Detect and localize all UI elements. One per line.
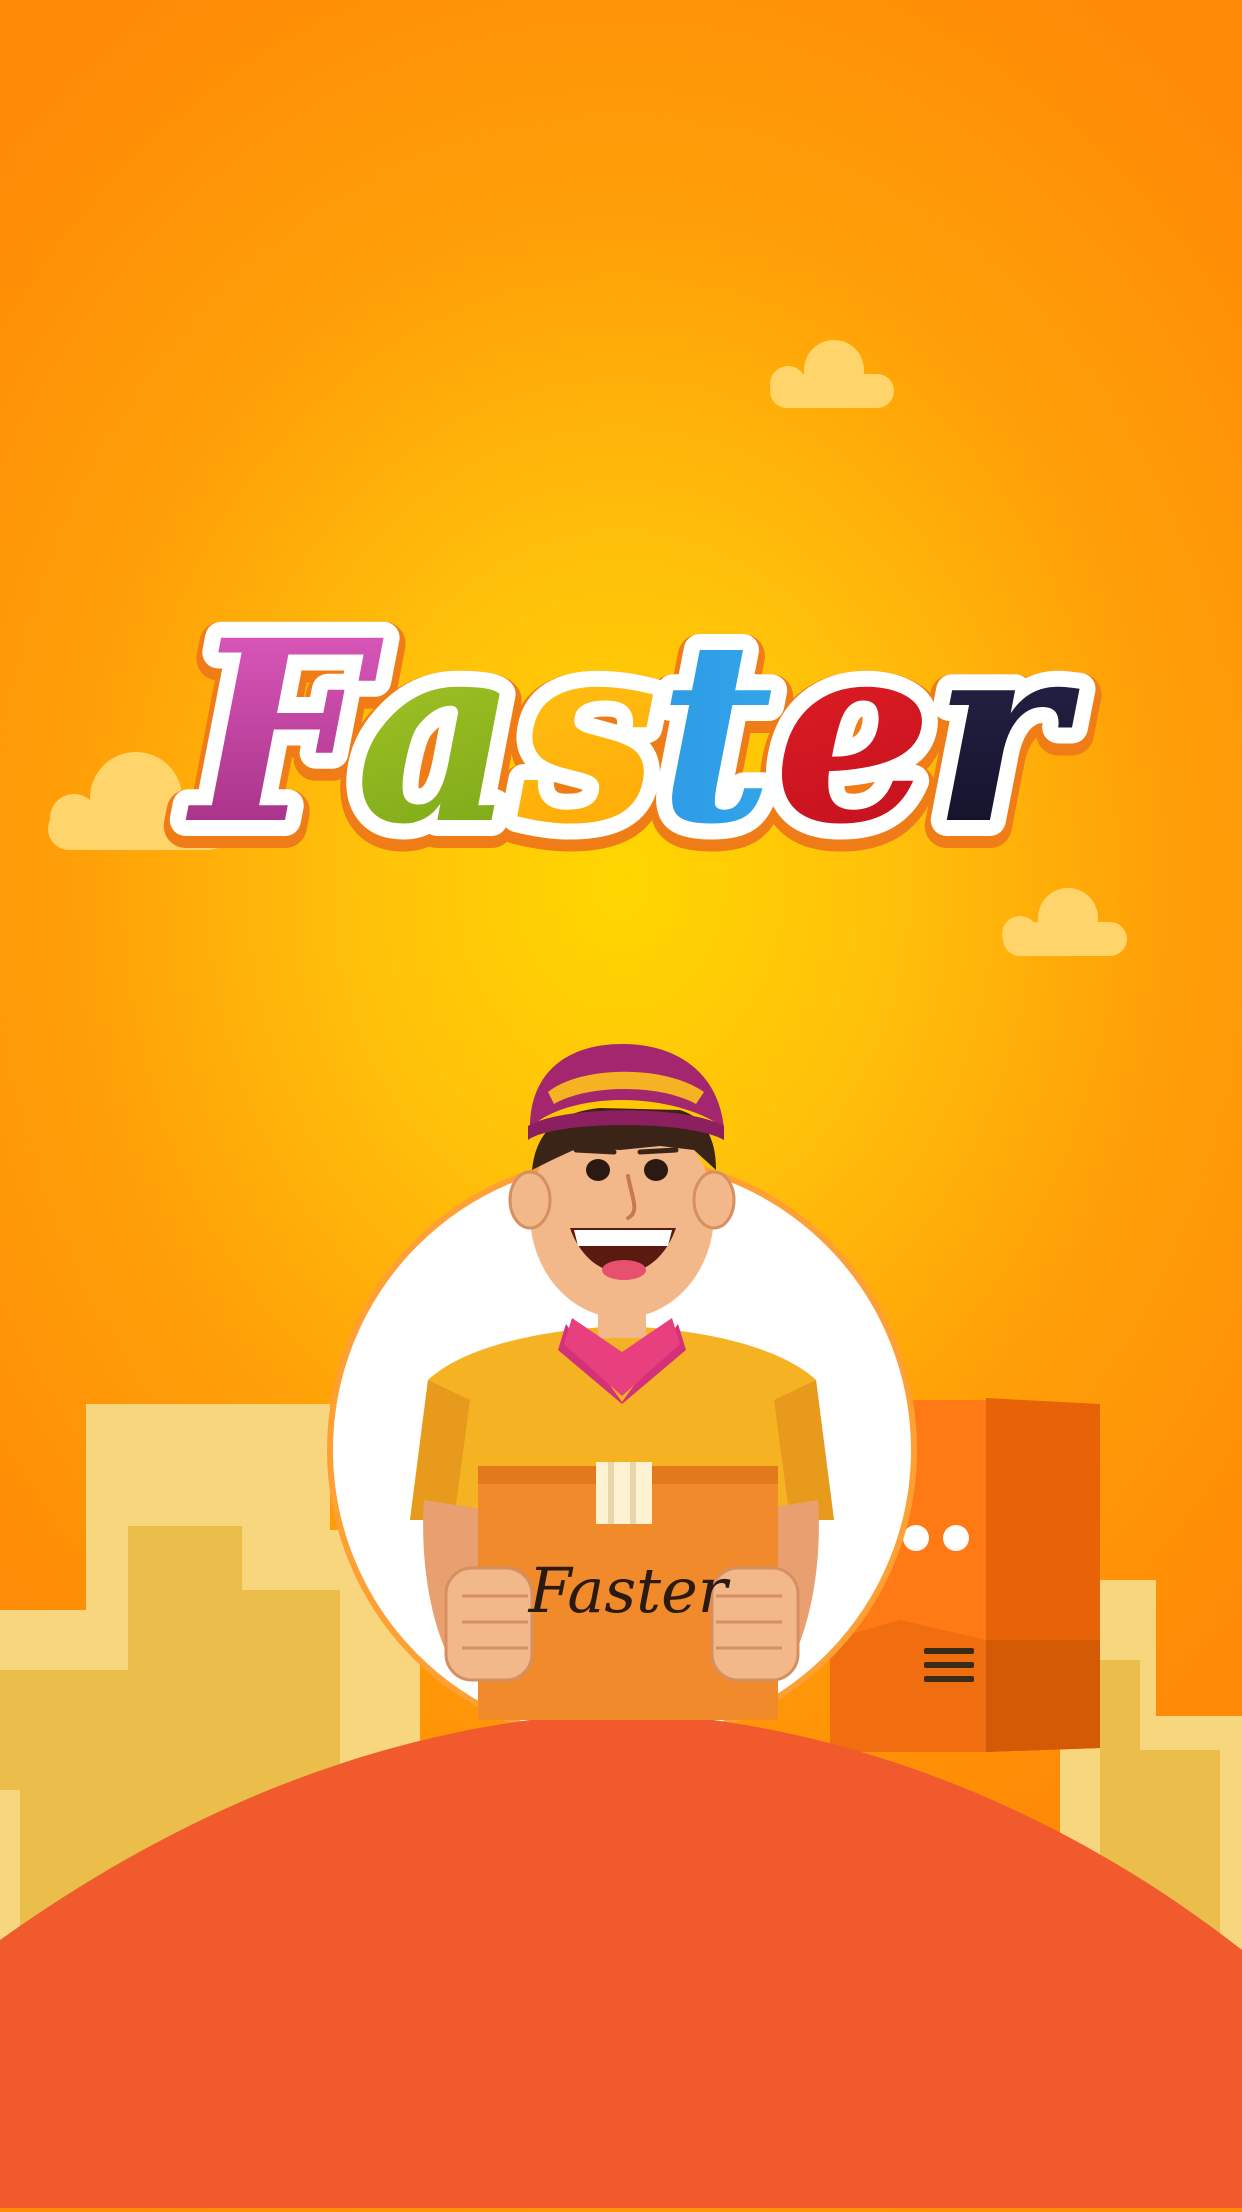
cloud-icon	[770, 340, 894, 408]
splash-illustration: Faster Faster Faster Faster	[0, 340, 1242, 2208]
box-label: Faster	[528, 1554, 731, 1627]
menu-icon	[924, 1648, 974, 1682]
app-logo: Faster Faster Faster	[164, 569, 1102, 907]
logo-letters: Faster	[186, 585, 1080, 879]
cloud-icon	[1002, 888, 1127, 956]
courier-character: Faster	[410, 1044, 834, 1720]
splash-screen: Faster Faster Faster Faster	[0, 0, 1242, 2208]
